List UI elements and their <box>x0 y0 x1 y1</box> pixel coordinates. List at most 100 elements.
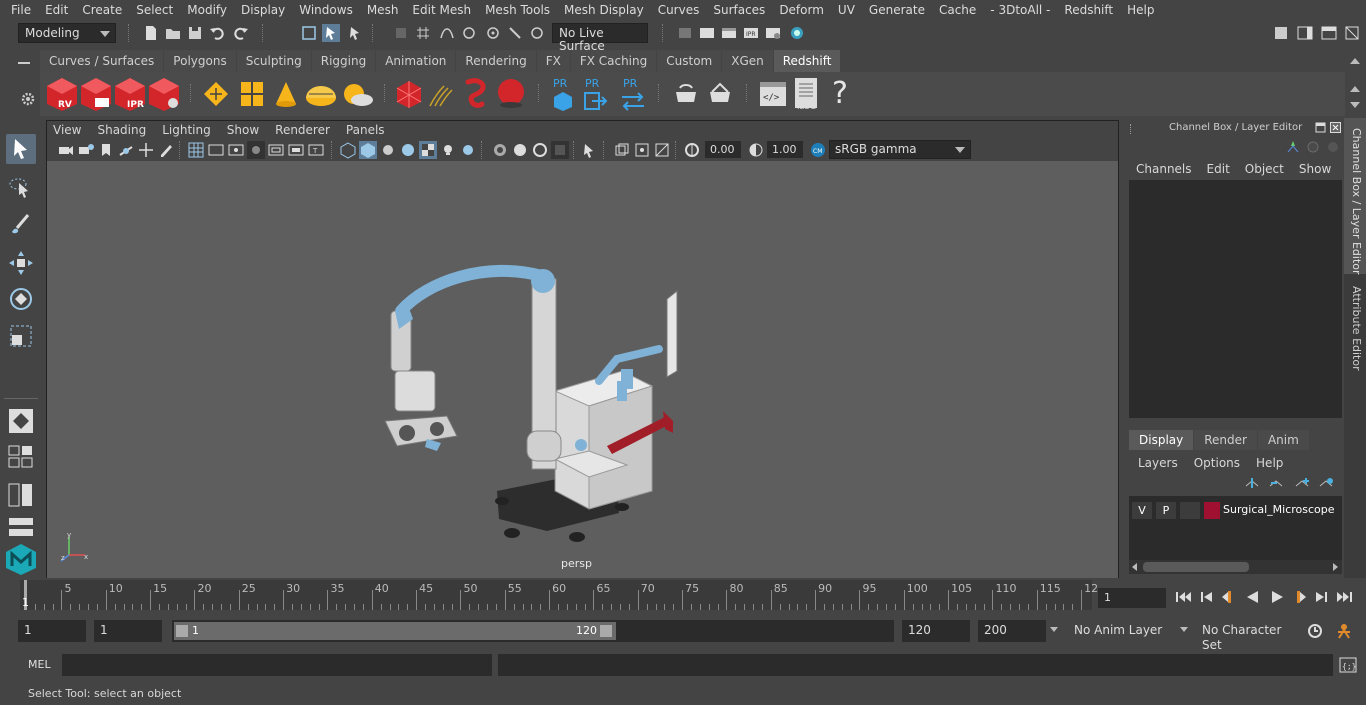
time-ruler[interactable]: 5 10 15 20 25 30 35 40 45 50 55 60 65 70 75 80 85 90 95 100… <box>20 580 1098 610</box>
redshift-help-icon[interactable]: ? <box>832 76 856 111</box>
redo-icon[interactable] <box>232 24 250 42</box>
play-forwards-icon[interactable] <box>1268 589 1286 605</box>
layer-visibility-toggle[interactable]: V <box>1132 502 1152 519</box>
viewport-menu-panels[interactable]: Panels <box>338 123 393 137</box>
menu-curves[interactable]: Curves <box>651 3 707 17</box>
close-panel-icon[interactable] <box>1330 122 1341 133</box>
shelf-scroll-up-icon[interactable] <box>1350 58 1360 64</box>
gate-mask-icon[interactable] <box>247 141 265 159</box>
menu-deform[interactable]: Deform <box>772 3 831 17</box>
smooth-shade-icon[interactable] <box>359 141 377 159</box>
image-plane-icon[interactable] <box>117 141 135 159</box>
two-pane-layout[interactable] <box>6 481 36 509</box>
play-backwards-icon[interactable] <box>1244 589 1262 605</box>
select-by-object-icon[interactable] <box>322 24 340 42</box>
outliner-layout[interactable] <box>6 515 36 539</box>
move-tool[interactable] <box>6 248 36 278</box>
animation-end-field[interactable]: 200 <box>978 620 1046 642</box>
paint-select-tool[interactable] <box>6 210 36 240</box>
menu-edit[interactable]: Edit <box>38 3 75 17</box>
render-current-frame-icon[interactable] <box>720 24 738 42</box>
rotate-tool[interactable] <box>6 284 36 314</box>
shelf-tab-curves-surfaces[interactable]: Curves / Surfaces <box>40 50 164 72</box>
ambient-occlusion-icon[interactable] <box>491 141 509 159</box>
playback-end-field[interactable]: 120 <box>902 620 970 642</box>
range-slider-start-handle[interactable] <box>176 625 188 637</box>
shelf-menu-icon[interactable] <box>18 62 30 64</box>
channel-icon-2[interactable] <box>1306 140 1320 154</box>
panel-toggle-icon[interactable] <box>1320 24 1338 42</box>
snap-live-icon[interactable] <box>506 24 524 42</box>
xray-components-icon[interactable] <box>653 141 671 159</box>
shelf-tab-redshift[interactable]: Redshift <box>773 50 841 72</box>
menu-surfaces[interactable]: Surfaces <box>706 3 772 17</box>
redshift-bake-sets-icon[interactable] <box>704 78 736 110</box>
channel-menu-edit[interactable]: Edit <box>1207 162 1230 176</box>
redshift-proxy-export-icon[interactable]: PR <box>550 76 576 112</box>
new-layer-icon[interactable] <box>1268 476 1284 490</box>
select-by-component-icon[interactable] <box>346 24 364 42</box>
snap-point-icon[interactable] <box>460 24 478 42</box>
viewport-menu-lighting[interactable]: Lighting <box>154 123 219 137</box>
show-manipulator-tool[interactable] <box>6 406 36 436</box>
select-by-hierarchy-icon[interactable] <box>300 24 318 42</box>
xray-icon[interactable] <box>613 141 631 159</box>
grease-pencil-icon[interactable] <box>157 141 175 159</box>
shelf-tab-fx-caching[interactable]: FX Caching <box>570 50 657 72</box>
menu-mesh[interactable]: Mesh <box>360 3 406 17</box>
redshift-log-icon[interactable]: .LOG <box>792 76 822 112</box>
range-slider-bar[interactable]: 1 120 <box>174 622 616 640</box>
side-tab-channel-box[interactable]: Channel Box / Layer Editor <box>1344 118 1366 275</box>
menu-file[interactable]: File <box>4 3 38 17</box>
layer-display-type-toggle[interactable] <box>1180 502 1200 519</box>
viewport-menu-show[interactable]: Show <box>219 123 267 137</box>
menu-display[interactable]: Display <box>234 3 292 17</box>
scroll-thumb[interactable] <box>1143 562 1249 572</box>
isolate-select-icon[interactable] <box>581 141 599 159</box>
resolution-gate-icon[interactable] <box>227 141 245 159</box>
safe-action-icon[interactable] <box>287 141 305 159</box>
motion-blur-icon[interactable] <box>511 141 529 159</box>
modeling-toolkit-icon[interactable] <box>1343 24 1361 42</box>
shelf-tab-polygons[interactable]: Polygons <box>164 50 236 72</box>
menu-3dtoall[interactable]: - 3DtoAll - <box>983 3 1057 17</box>
shadows-icon[interactable] <box>459 141 477 159</box>
redshift-sun-sky-icon[interactable] <box>340 78 374 110</box>
menu-modify[interactable]: Modify <box>180 3 234 17</box>
redshift-render-view-icon[interactable]: RV <box>45 76 79 112</box>
lasso-tool[interactable] <box>6 173 36 203</box>
shelf-settings-gear-icon[interactable] <box>20 91 36 107</box>
redshift-bake-icon[interactable] <box>670 78 702 110</box>
channel-icon-3[interactable] <box>1326 140 1340 154</box>
menu-redshift[interactable]: Redshift <box>1057 3 1120 17</box>
current-frame-field[interactable]: 1 <box>1098 588 1166 608</box>
layer-row[interactable]: V P Surgical_Microscope <box>1129 498 1342 524</box>
open-scene-icon[interactable] <box>164 24 182 42</box>
scroll-left-icon[interactable] <box>1132 563 1137 571</box>
redshift-proxy-icon[interactable] <box>200 78 232 110</box>
redshift-sphere-icon[interactable] <box>494 76 528 110</box>
snap-menu-icon[interactable] <box>392 24 410 42</box>
undo-icon[interactable] <box>208 24 226 42</box>
menu-create[interactable]: Create <box>75 3 129 17</box>
range-slider-end-handle[interactable] <box>600 625 612 637</box>
surgical-microscope-model[interactable] <box>367 251 687 551</box>
gamma-icon[interactable] <box>747 141 765 159</box>
shelf-tab-sculpting[interactable]: Sculpting <box>236 50 311 72</box>
scale-tool[interactable] <box>6 321 36 351</box>
depth-of-field-icon[interactable] <box>551 141 569 159</box>
layer-playback-toggle[interactable]: P <box>1156 502 1176 519</box>
redshift-proxy-import-icon[interactable]: PR <box>582 76 610 112</box>
save-scene-icon[interactable] <box>186 24 204 42</box>
sidebar-toggle-icon[interactable] <box>1296 24 1314 42</box>
new-layer-selected-icon[interactable] <box>1244 476 1260 490</box>
channel-menu-object[interactable]: Object <box>1245 162 1284 176</box>
step-back-frame-icon[interactable] <box>1198 589 1216 605</box>
go-to-end-icon[interactable] <box>1336 589 1354 605</box>
ipr-render-icon[interactable]: IPR <box>742 24 760 42</box>
make-live-icon[interactable] <box>528 24 546 42</box>
layer-tab-render[interactable]: Render <box>1194 430 1257 450</box>
textured-icon[interactable] <box>419 141 437 159</box>
camera-attributes-icon[interactable] <box>77 141 95 159</box>
layer-tab-display[interactable]: Display <box>1129 430 1194 450</box>
